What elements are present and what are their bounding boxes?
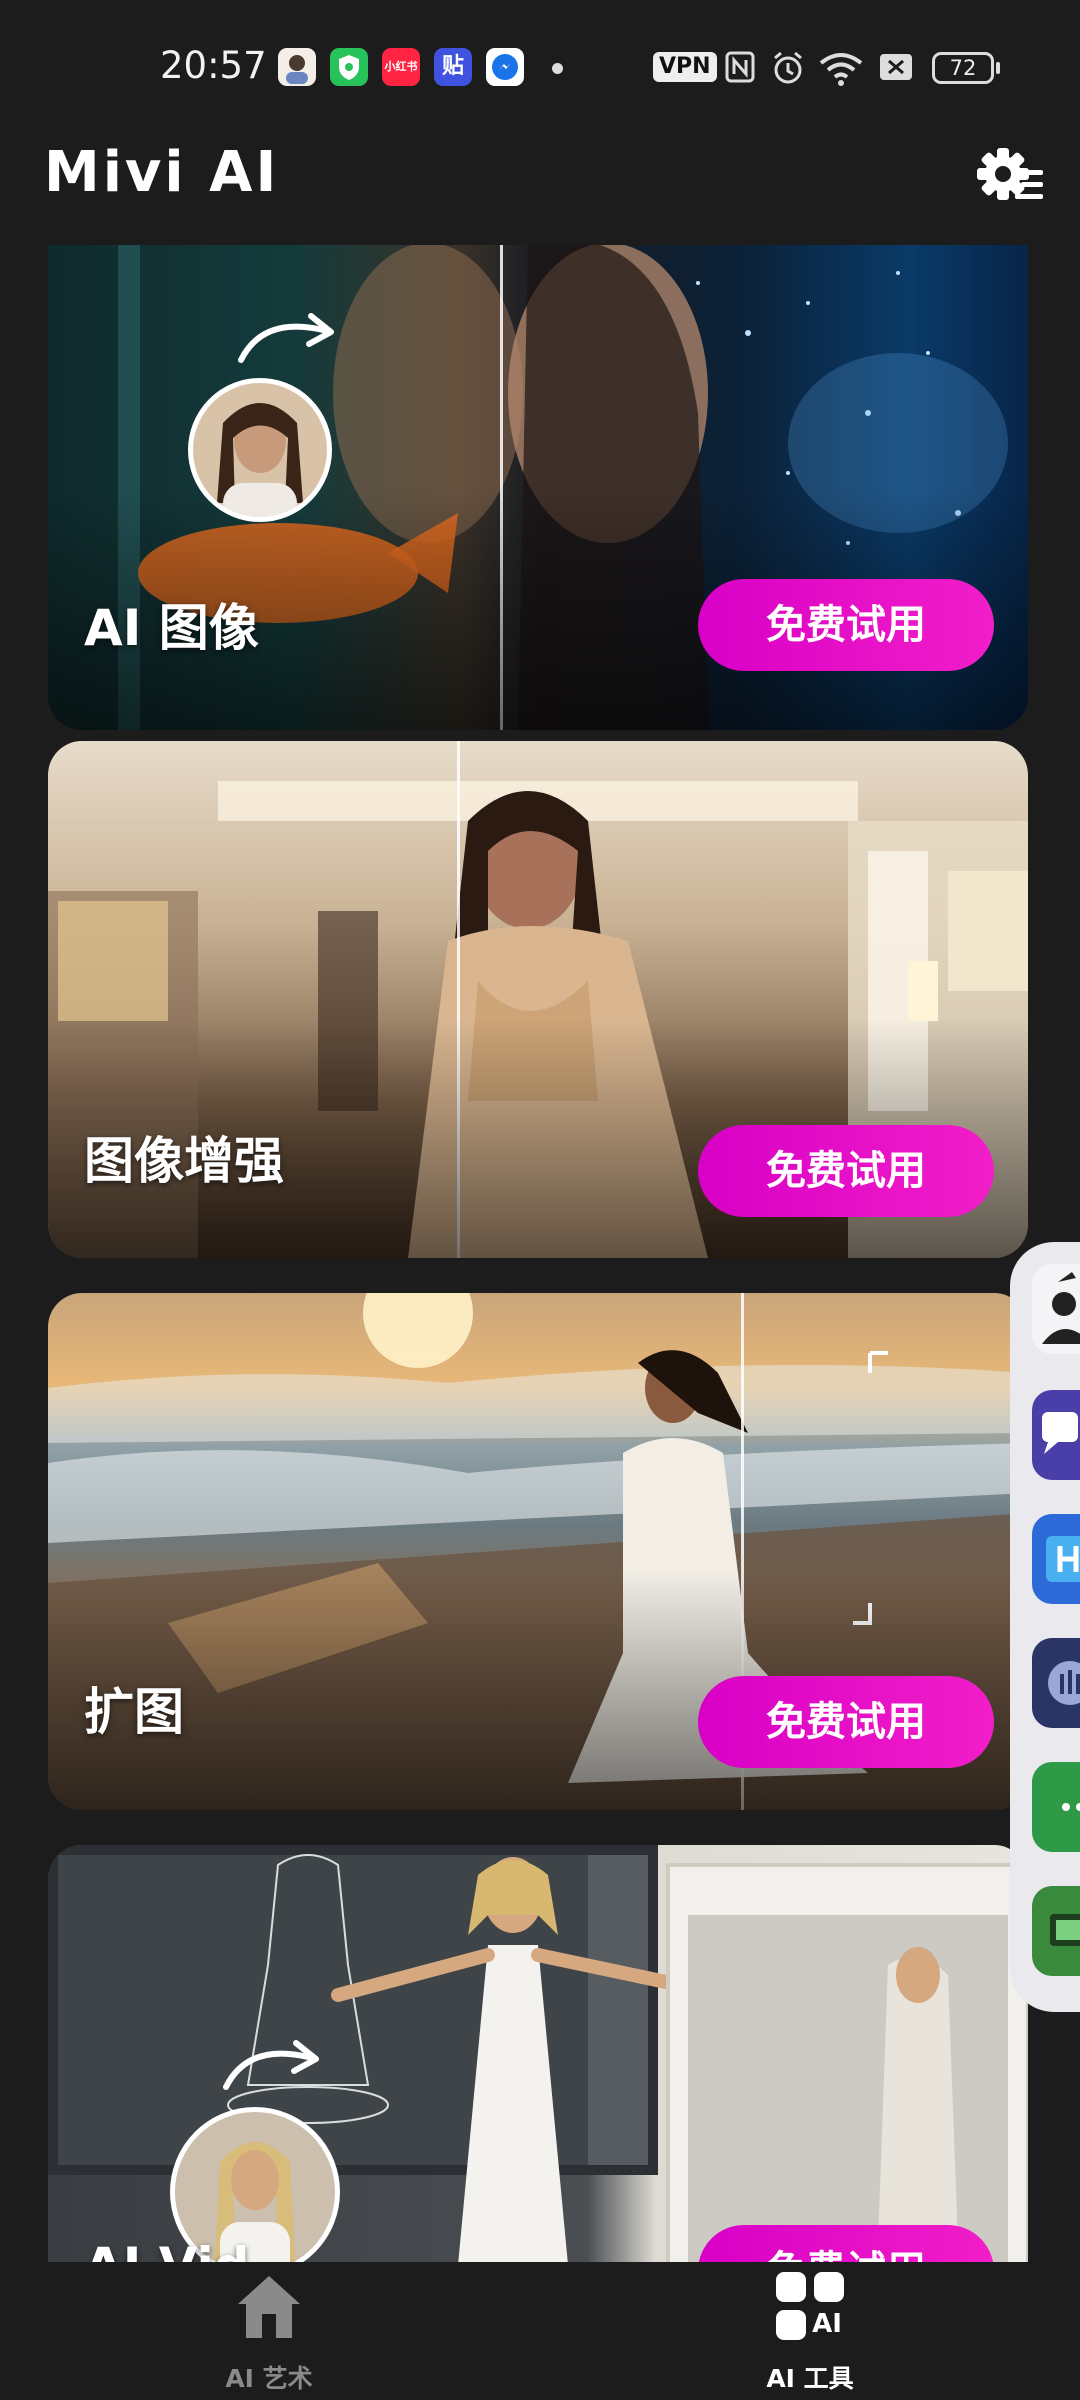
xiaohongshu-app-icon: 小红书	[382, 48, 420, 86]
nav-label: AI 艺术	[225, 2364, 313, 2393]
tab-ai-art[interactable]: AI 艺术	[139, 2262, 399, 2400]
sidebar-app-2[interactable]	[1032, 1390, 1080, 1480]
gear-menu-icon	[977, 148, 1043, 200]
more-notifications-dot	[552, 63, 563, 74]
nfc-icon	[724, 50, 756, 88]
free-trial-button[interactable]: 免费试用	[698, 1676, 994, 1768]
sidebar-app-3[interactable]	[1032, 1514, 1080, 1604]
tieba-app-icon: 贴	[434, 48, 472, 86]
curved-arrow-icon	[223, 2040, 319, 2090]
messenger-app-icon	[486, 48, 524, 86]
battery-indicator: 72	[932, 52, 994, 84]
shield-app-icon	[330, 48, 368, 86]
h-app-icon	[1046, 1536, 1080, 1582]
card-title: 扩图	[84, 1683, 184, 1741]
floating-app-sidebar[interactable]	[1010, 1242, 1080, 2012]
sidebar-app-5[interactable]	[1032, 1762, 1080, 1852]
hand-app-icon	[1048, 1661, 1080, 1705]
status-time: 20:57	[160, 44, 267, 87]
vpn-indicator: VPN	[653, 52, 717, 82]
chat-app-icon	[1062, 1803, 1080, 1811]
free-trial-button[interactable]: 免费试用	[698, 1125, 994, 1217]
sidebar-app-4[interactable]	[1032, 1638, 1080, 1728]
battery-tip	[996, 62, 1000, 74]
bottom-navigation: AI 艺术 AI AI 工具	[0, 2262, 1080, 2400]
card-ai-video[interactable]: AI Vid 免费试用	[48, 1845, 1028, 2262]
translate-app-icon	[1042, 1412, 1078, 1454]
sidebar-app-1[interactable]	[1032, 1264, 1080, 1354]
avatar-app-icon	[278, 48, 316, 86]
free-trial-button[interactable]: 免费试用	[698, 579, 994, 671]
person-app-icon	[1042, 1272, 1080, 1344]
card-title: AI Vid	[84, 2237, 249, 2262]
free-trial-button[interactable]: 免费试用	[698, 2225, 994, 2262]
ai-badge-text: AI	[812, 2309, 842, 2339]
nav-label: AI 工具	[766, 2364, 854, 2393]
app-title: Mivi AI	[44, 140, 280, 205]
settings-button[interactable]	[975, 144, 1045, 210]
wifi-icon	[818, 50, 864, 90]
card-expand-image[interactable]: 扩图 免费试用	[48, 1293, 1028, 1810]
screen-app-icon	[1050, 1914, 1080, 1946]
tab-ai-tools[interactable]: AI AI 工具	[680, 2262, 940, 2400]
status-bar: 20:57 小红书 贴 VPN 72	[0, 0, 1080, 140]
tools-list[interactable]: AI 图像 免费试用 图像增强 免费试用 扩图 免费试用	[0, 245, 1080, 2262]
card-title: AI 图像	[84, 599, 259, 657]
sidebar-app-6[interactable]	[1032, 1886, 1080, 1976]
card-title: 图像增强	[84, 1132, 284, 1190]
alarm-icon	[770, 50, 806, 90]
no-sim-icon	[878, 50, 914, 88]
curved-arrow-icon	[238, 313, 334, 363]
card-image-enhance[interactable]: 图像增强 免费试用	[48, 741, 1028, 1258]
source-photo-avatar	[188, 378, 332, 522]
card-ai-image[interactable]: AI 图像 免费试用	[48, 245, 1028, 730]
ai-tools-icon: AI	[776, 2272, 844, 2340]
home-icon	[238, 2276, 300, 2338]
